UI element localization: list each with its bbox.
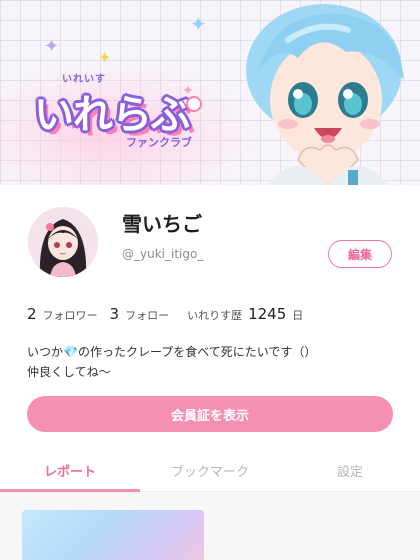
following-label[interactable]: フォロー — [125, 307, 169, 323]
sparkle-icon: ✦ — [44, 36, 60, 57]
edit-profile-button[interactable]: 編集 — [328, 240, 392, 268]
sparkle-icon: ✦ — [98, 48, 112, 67]
history-count: 1245 — [248, 305, 287, 323]
bio-line: 仲良くしてね〜 — [27, 365, 111, 379]
fanclub-logo: いれいす いれらぶ ファンクラブ — [34, 68, 224, 168]
history-unit: 日 — [292, 309, 304, 322]
tab-report[interactable]: レポート — [0, 450, 140, 492]
logo-fanclub-label: ファンクラブ — [126, 136, 192, 149]
character-illustration — [246, 4, 404, 185]
following-count[interactable]: 3 — [110, 305, 120, 323]
profile-bio: いつか💎の作ったクレープを食べて死にたいです（） 仲良くしてね〜 — [27, 342, 397, 382]
followers-label[interactable]: フォロワー — [43, 307, 98, 323]
report-thumbnail[interactable] — [22, 510, 204, 560]
profile-tabs: レポート ブックマーク 設定 — [0, 450, 420, 492]
profile-banner: ✦ ✦ ✦ ✦ いれいす いれらぶ ファンクラブ — [0, 0, 420, 185]
profile-name: 雪いちご — [122, 212, 202, 236]
tab-bookmark[interactable]: ブックマーク — [140, 450, 280, 491]
profile-stats: 2 フォロワー 3 フォロー いれりす歴 1245 日 — [27, 305, 303, 325]
logo-badge-icon — [186, 96, 202, 112]
tab-settings[interactable]: 設定 — [280, 450, 420, 491]
history-label: いれりす歴 — [187, 309, 243, 322]
avatar-image — [28, 207, 98, 277]
avatar[interactable] — [28, 207, 98, 277]
sparkle-icon: ✦ — [190, 12, 207, 36]
followers-count[interactable]: 2 — [27, 305, 37, 323]
bio-line: いつか💎の作ったクレープを食べて死にたいです（） — [27, 345, 317, 359]
profile-handle: @_yuki_itigo_ — [122, 247, 204, 261]
logo-title: いれらぶ — [34, 92, 191, 138]
show-member-card-button[interactable]: 会員証を表示 — [27, 396, 393, 432]
